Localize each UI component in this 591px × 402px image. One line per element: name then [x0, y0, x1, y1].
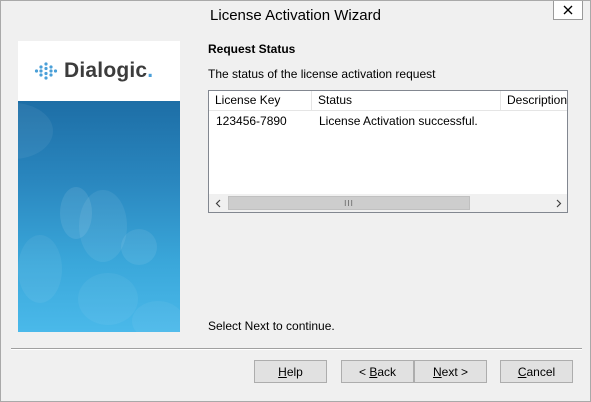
close-button[interactable]	[553, 1, 583, 20]
scroll-left-button[interactable]	[209, 195, 226, 212]
scrollbar-thumb[interactable]: III	[228, 196, 470, 210]
banner-logo-area: Dialogic.	[18, 41, 180, 101]
next-label-post: ext >	[441, 364, 469, 379]
close-icon	[563, 5, 573, 15]
wizard-window: License Activation Wizard Dialogic. Requ…	[0, 0, 591, 402]
help-label-post: elp	[286, 364, 303, 379]
cell-status: License Activation successful.	[319, 114, 478, 128]
back-button[interactable]: < Back	[341, 360, 414, 383]
dialogic-logo: Dialogic.	[34, 59, 153, 83]
chevron-left-icon	[215, 199, 220, 208]
help-button[interactable]: Help	[254, 360, 327, 383]
next-button[interactable]: Next >	[414, 360, 487, 383]
back-label-access: B	[369, 364, 378, 379]
cell-license-key: 123456-7890	[216, 114, 287, 128]
cancel-label-post: ancel	[526, 364, 556, 379]
window-title: License Activation Wizard	[210, 7, 381, 24]
help-label-access: H	[278, 364, 287, 379]
wizard-banner: Dialogic.	[18, 41, 180, 332]
page-subheading: The status of the license activation req…	[208, 67, 436, 81]
cancel-label-access: C	[517, 364, 527, 379]
logo-text: Dialogic.	[64, 59, 154, 82]
banner-decoration	[18, 103, 180, 332]
table-header: License Key Status Description	[209, 91, 567, 111]
grip-icon: III	[344, 198, 354, 208]
table-row[interactable]: 123456-7890 License Activation successfu…	[209, 112, 567, 130]
dialogic-logo-icon	[34, 62, 58, 80]
title-bar: License Activation Wizard	[1, 1, 590, 31]
horizontal-scrollbar[interactable]: III	[209, 194, 567, 212]
chevron-right-icon	[556, 199, 561, 208]
page-heading: Request Status	[208, 42, 296, 56]
column-header-description[interactable]: Description	[501, 91, 567, 110]
scroll-right-button[interactable]	[550, 195, 567, 212]
banner-graphic	[18, 101, 180, 332]
cancel-button[interactable]: Cancel	[500, 360, 573, 383]
column-header-status[interactable]: Status	[312, 91, 501, 110]
back-label-post: ack	[377, 364, 397, 379]
back-label-pre: <	[358, 364, 370, 379]
next-label-access: N	[432, 364, 442, 379]
cell-description	[501, 112, 567, 130]
instruction-text: Select Next to continue.	[208, 319, 335, 333]
button-divider	[11, 348, 582, 350]
license-status-table[interactable]: License Key Status Description 123456-78…	[208, 90, 568, 213]
column-header-license-key[interactable]: License Key	[209, 91, 312, 110]
